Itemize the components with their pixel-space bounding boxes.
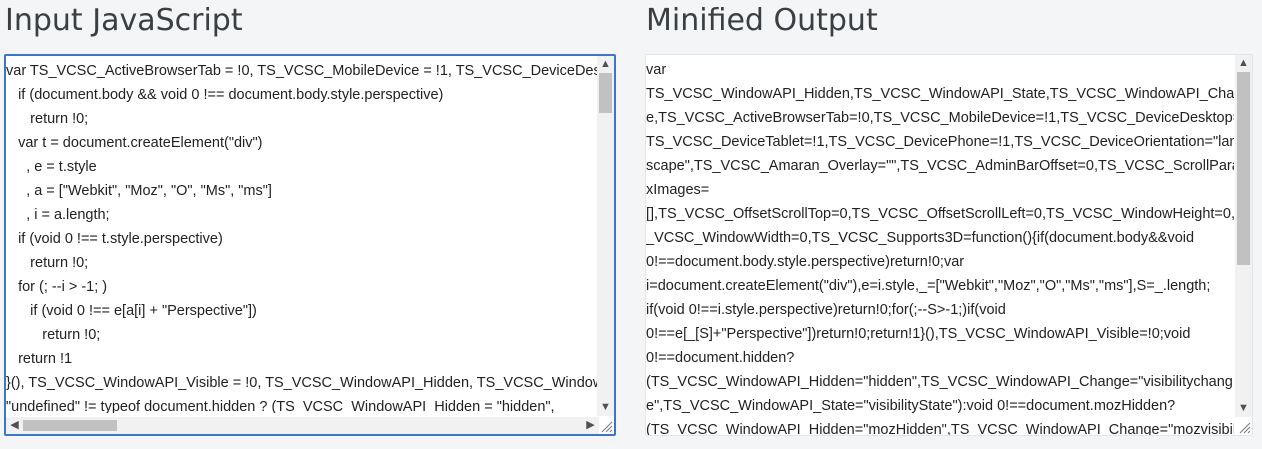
output-code-line: i=document.createElement("div"),e=i.styl…	[646, 278, 1211, 294]
input-code-line: if (void 0 !== t.style.perspective)	[6, 231, 223, 247]
input-code-line: }(), TS_VCSC_WindowAPI_Visible = !0, TS_…	[6, 375, 597, 391]
output-code-line: 0!==document.hidden?	[646, 350, 795, 366]
resize-grip-icon[interactable]	[1237, 420, 1251, 434]
input-textarea[interactable]: var TS_VCSC_ActiveBrowserTab = !0, TS_VC…	[4, 54, 616, 436]
input-code-line: var TS_VCSC_ActiveBrowserTab = !0, TS_VC…	[6, 63, 597, 79]
input-code-line: if (document.body && void 0 !== document…	[6, 87, 444, 103]
input-code-line: return !0;	[6, 255, 89, 271]
input-code-line: return !1	[6, 351, 73, 367]
output-code-line: (TS_VCSC_WindowAPI_Hidden="hidden",TS_VC…	[646, 374, 1233, 390]
output-code-line: 0!==document.body.style.perspective)retu…	[646, 254, 965, 270]
output-code-line: (TS_VCSC_WindowAPI_Hidden="mozHidden",TS…	[646, 422, 1234, 436]
input-code-line: , a = ["Webkit", "Moz", "O", "Ms", "ms"]	[6, 183, 272, 199]
input-code-line: return !0;	[6, 327, 101, 343]
input-code[interactable]: var TS_VCSC_ActiveBrowserTab = !0, TS_VC…	[6, 59, 597, 413]
input-vertical-scrollbar[interactable]: ▲ ▼	[597, 56, 614, 416]
scroll-left-icon[interactable]: ◀	[6, 417, 23, 434]
scroll-up-icon[interactable]: ▲	[1235, 55, 1252, 72]
input-code-line: for (; --i > -1; )	[6, 279, 108, 295]
input-horizontal-scroll-thumb[interactable]	[23, 420, 117, 431]
scroll-right-icon[interactable]: ▶	[582, 417, 599, 434]
output-vertical-scrollbar[interactable]: ▲ ▼	[1235, 55, 1252, 417]
output-code-line: if(void 0!==i.style.perspective)return!0…	[646, 302, 1006, 318]
output-code-line: e",TS_VCSC_WindowAPI_State="visibilitySt…	[646, 398, 1176, 414]
input-horizontal-scrollbar[interactable]: ◀ ▶	[6, 417, 599, 434]
output-title: Minified Output	[646, 3, 878, 38]
output-code[interactable]: var TS_VCSC_WindowAPI_Hidden,TS_VCSC_Wind…	[646, 58, 1234, 436]
output-code-line: TS_VCSC_WindowAPI_Hidden,TS_VCSC_WindowA…	[646, 86, 1234, 102]
input-vertical-scroll-thumb[interactable]	[599, 73, 612, 113]
output-code-line: [],TS_VCSC_OffsetScrollTop=0,TS_VCSC_Off…	[646, 206, 1234, 222]
output-code-line: e,TS_VCSC_ActiveBrowserTab=!0,TS_VCSC_Mo…	[646, 110, 1234, 126]
output-code-line: 0!==e[_[S]+"Perspective"])return!0;retur…	[646, 326, 1191, 342]
scroll-down-icon[interactable]: ▼	[597, 399, 614, 416]
output-code-line: _VCSC_WindowWidth=0,TS_VCSC_Supports3D=f…	[646, 230, 1195, 246]
output-textarea[interactable]: var TS_VCSC_WindowAPI_Hidden,TS_VCSC_Wind…	[645, 54, 1253, 436]
output-code-line: var	[646, 62, 667, 78]
resize-grip-icon[interactable]	[599, 419, 613, 433]
output-code-line: TS_VCSC_DeviceTablet=!1,TS_VCSC_DevicePh…	[646, 134, 1234, 150]
input-code-line: var t = document.createElement("div")	[6, 135, 263, 151]
output-code-line: scape",TS_VCSC_Amaran_Overlay="",TS_VCSC…	[646, 158, 1234, 174]
input-code-line: , e = t.style	[6, 159, 97, 175]
output-code-line: xImages=	[646, 182, 710, 198]
input-code-line: if (void 0 !== e[a[i] + "Perspective"])	[6, 303, 257, 319]
output-panel: Minified Output var TS_VCSC_WindowAPI_Hid…	[645, 0, 1253, 436]
scroll-up-icon[interactable]: ▲	[597, 56, 614, 73]
input-panel: Input JavaScript var TS_VCSC_ActiveBrows…	[4, 0, 616, 436]
input-code-line: return !0;	[6, 111, 89, 127]
input-title: Input JavaScript	[5, 3, 243, 38]
output-vertical-scroll-thumb[interactable]	[1237, 72, 1250, 265]
input-code-line: "undefined" != typeof document.hidden ? …	[6, 399, 555, 413]
scroll-down-icon[interactable]: ▼	[1235, 400, 1252, 417]
input-code-line: , i = a.length;	[6, 207, 110, 223]
